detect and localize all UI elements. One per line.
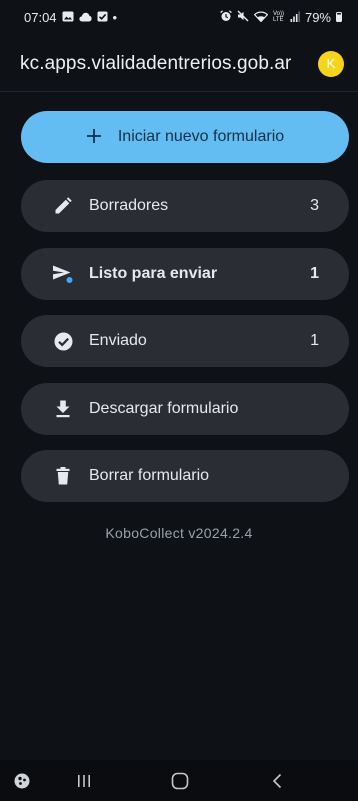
- app-bar: kc.apps.vialidadentrerios.gob.ar K: [0, 36, 358, 92]
- delete-form-button[interactable]: Borrar formulario: [21, 450, 349, 502]
- photo-icon: [62, 10, 74, 25]
- recents-icon[interactable]: [77, 774, 91, 788]
- sent-label: Enviado: [89, 332, 147, 349]
- battery-icon: [336, 12, 342, 22]
- delete-form-label: Borrar formulario: [89, 467, 210, 484]
- network-type: Vo)) LTE: [272, 11, 284, 23]
- cloud-icon: [78, 10, 92, 25]
- accessibility-icon[interactable]: [14, 773, 30, 789]
- status-time: 07:04: [24, 9, 57, 25]
- battery-percent: 79%: [304, 9, 331, 25]
- signal-icon: [290, 10, 300, 25]
- sent-count: 1: [310, 332, 319, 349]
- download-form-button[interactable]: Descargar formulario: [21, 382, 349, 435]
- start-new-form-content: Iniciar nuevo formulario: [86, 126, 284, 148]
- back-icon[interactable]: [272, 773, 282, 789]
- wifi-icon: [253, 10, 269, 25]
- status-left: 07:04 •: [24, 10, 117, 25]
- drafts-button[interactable]: Borradores 3: [21, 180, 349, 232]
- pencil-icon: [52, 195, 74, 217]
- drafts-label: Borradores: [89, 197, 169, 214]
- drafts-count: 3: [310, 197, 319, 214]
- app-version: KoboCollect v2024.2.4: [105, 525, 253, 541]
- main-menu: Iniciar nuevo formulario Borradores 3 Li…: [21, 111, 349, 518]
- check-box-icon: [97, 10, 108, 25]
- sent-button[interactable]: Enviado 1: [21, 315, 349, 367]
- navigation-bar: [0, 760, 358, 801]
- project-avatar[interactable]: K: [318, 50, 344, 77]
- ready-to-send-label: Listo para enviar: [89, 264, 218, 282]
- status-bar: 07:04 • Vo)) LTE 79%: [0, 0, 358, 34]
- check-circle-icon: [52, 330, 74, 352]
- download-form-label: Descargar formulario: [89, 399, 239, 417]
- start-new-form-button[interactable]: Iniciar nuevo formulario: [21, 111, 349, 163]
- start-new-form-label: Iniciar nuevo formulario: [117, 128, 285, 145]
- ready-to-send-button[interactable]: Listo para enviar 1: [21, 247, 349, 300]
- plus-icon: [86, 126, 102, 148]
- trash-icon: [52, 465, 74, 487]
- screen: 07:04 • Vo)) LTE 79% kc.apps.vialidadent…: [0, 0, 358, 801]
- notification-dot: •: [112, 9, 118, 25]
- download-icon: [52, 398, 74, 420]
- send-icon: [52, 263, 74, 285]
- mute-icon: [237, 10, 249, 25]
- status-right: Vo)) LTE 79%: [220, 10, 342, 25]
- alarm-icon: [220, 9, 232, 25]
- ready-to-send-count: 1: [310, 264, 319, 282]
- home-icon[interactable]: [171, 772, 189, 789]
- server-url-title: kc.apps.vialidadentrerios.gob.ar: [20, 52, 292, 74]
